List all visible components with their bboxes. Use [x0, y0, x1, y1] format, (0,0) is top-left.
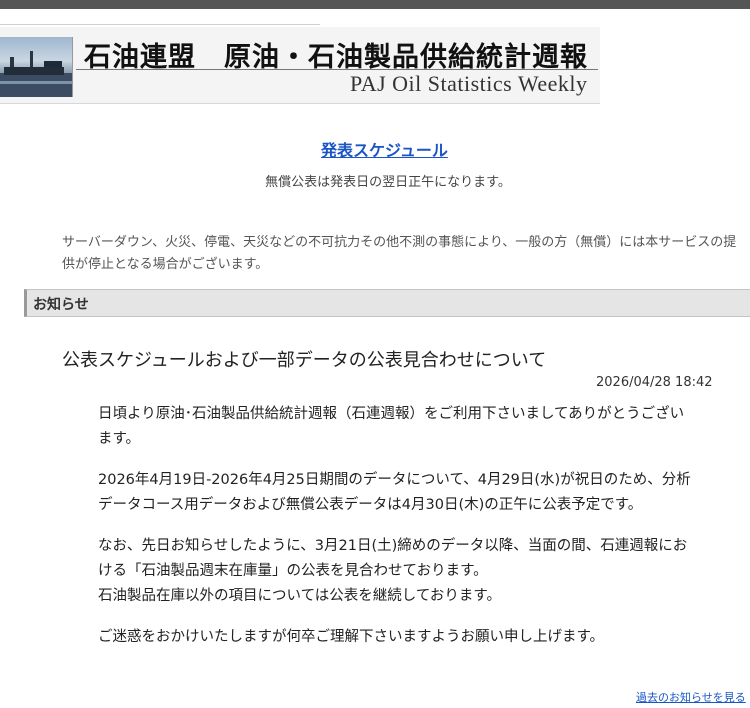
notice-date: 2026/04/28 18:42	[596, 375, 713, 390]
site-banner: 石油連盟 原油・石油製品供給統計週報 PAJ Oil Statistics We…	[0, 27, 600, 104]
notice-paragraph: 2026年4月19日-2026年4月25日期間のデータについて、4月29日(水)…	[98, 472, 691, 513]
banner-divider	[76, 69, 598, 70]
top-bar	[0, 0, 750, 9]
schedule-link[interactable]: 発表スケジュール	[321, 137, 448, 161]
notice-paragraph: ご迷惑をおかけいたしますが何卒ご理解下さいますようお願い申し上げます。	[98, 629, 605, 645]
harbor-photo	[0, 37, 73, 97]
notice-paragraph: 石油製品在庫以外の項目については公表を継続しております。	[98, 588, 501, 604]
notice-paragraph: なお、先日お知らせしたように、3月21日(土)締めのデータ以降、当面の間、石連週…	[98, 538, 688, 579]
service-disclaimer: サーバーダウン、火災、停電、天災などの不可抗力その他不測の事態により、一般の方（…	[62, 235, 737, 272]
notice-body: 日頃より原油･石油製品供給統計週報（石連週報）をご利用下さいましてありがとうござ…	[98, 402, 698, 666]
notice-section-label: お知らせ	[33, 297, 89, 313]
header-divider	[0, 24, 320, 25]
schedule-note: 無償公表は発表日の翌日正午になります。	[265, 175, 511, 190]
site-subtitle: PAJ Oil Statistics Weekly	[350, 71, 588, 96]
notice-title: 公表スケジュールおよび一部データの公表見合わせについて	[62, 350, 547, 371]
notice-section-header: お知らせ	[24, 289, 750, 317]
notice-paragraph: 日頃より原油･石油製品供給統計週報（石連週報）をご利用下さいましてありがとうござ…	[98, 406, 685, 447]
past-notices-link[interactable]: 過去のお知らせを見る	[636, 689, 746, 705]
